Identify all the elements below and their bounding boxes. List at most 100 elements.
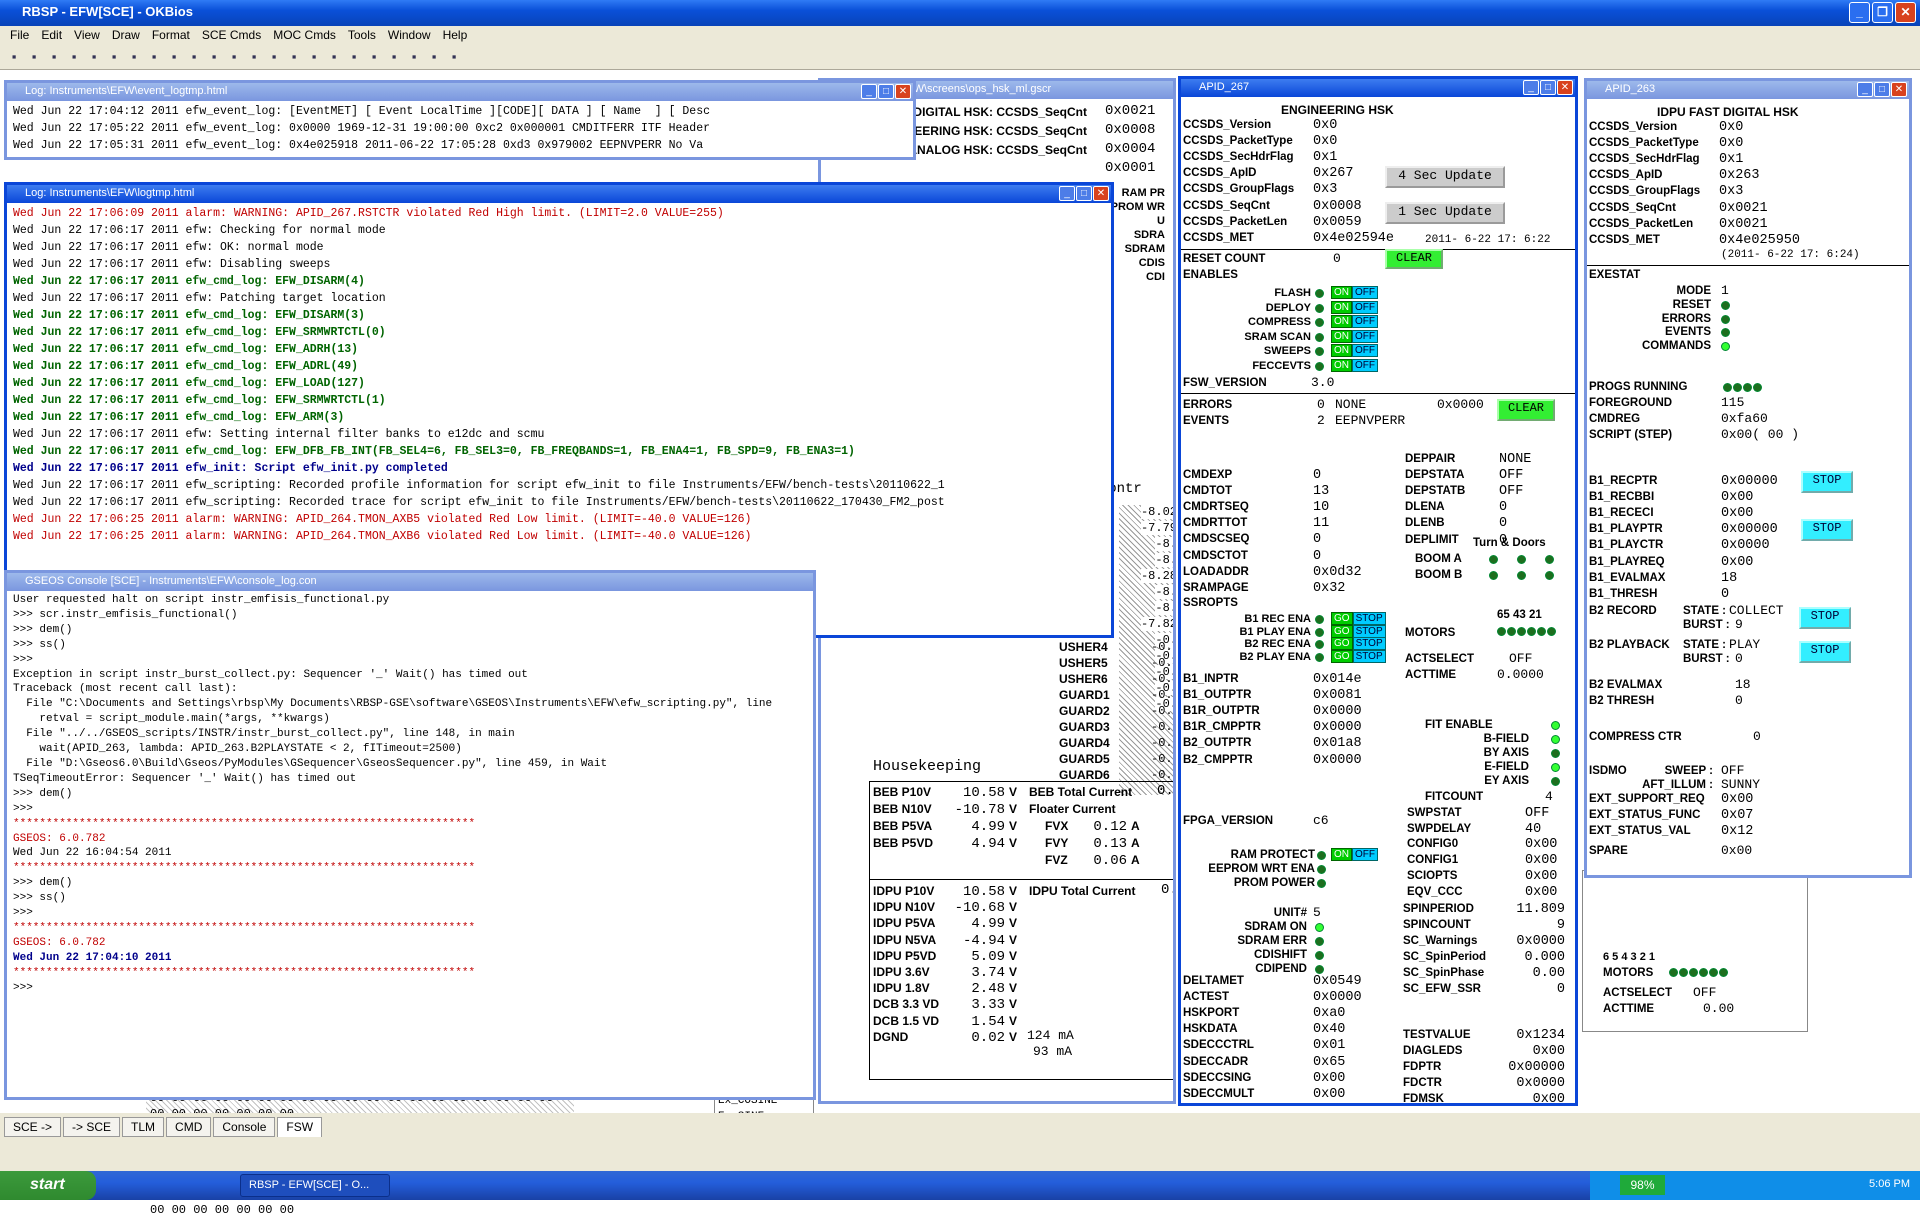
off-button[interactable]: OFF	[1352, 286, 1378, 299]
print-icon[interactable]: ▪	[66, 49, 82, 65]
save-icon[interactable]: ▪	[46, 49, 62, 65]
on-off-toggle[interactable]: ON OFF	[1331, 315, 1378, 328]
menu-format[interactable]: Format	[148, 28, 194, 44]
stop-button[interactable]: STOP	[1352, 612, 1386, 625]
win-max-button[interactable]: □	[1076, 186, 1092, 201]
win-close-button[interactable]: ✕	[1093, 186, 1109, 201]
on-button[interactable]: ON	[1331, 358, 1352, 372]
go-stop-toggle[interactable]: GO STOP	[1331, 649, 1386, 663]
win-max-button[interactable]: □	[1540, 80, 1556, 95]
on-button[interactable]: ON	[1331, 286, 1352, 299]
event-log-window[interactable]: Log: Instruments\EFW\event_logtmp.html _…	[4, 80, 916, 160]
1-sec-update-button[interactable]: 1 Sec Update	[1385, 202, 1505, 224]
menu-sce-cmds[interactable]: SCE Cmds	[198, 28, 265, 44]
minimize-button[interactable]: _	[1849, 2, 1870, 23]
win-max-button[interactable]: □	[878, 84, 894, 99]
win-close-button[interactable]: ✕	[1557, 80, 1573, 95]
b2-record-stop-button[interactable]: STOP	[1799, 607, 1851, 629]
go-button[interactable]: GO	[1331, 612, 1353, 625]
on-button[interactable]: ON	[1331, 315, 1352, 328]
start-button[interactable]: start	[0, 1171, 96, 1200]
tree-icon[interactable]: ▪	[266, 49, 282, 65]
cascade-icon[interactable]: ▪	[446, 49, 462, 65]
off-button[interactable]: OFF	[1352, 848, 1378, 861]
win-close-button[interactable]: ✕	[895, 84, 911, 99]
win-min-button[interactable]: _	[1059, 186, 1075, 201]
apid267-window[interactable]: APID_267 _ □ ✕ ENGINEERING HSK CCSDS_Versio…	[1178, 76, 1578, 1106]
on-off-toggle[interactable]: ON OFF	[1331, 344, 1378, 357]
off-button[interactable]: OFF	[1352, 358, 1378, 372]
apid263-window[interactable]: APID_263 _ □ ✕ IDPU FAST DIGITAL HSK CCSDS_…	[1584, 78, 1912, 878]
tab-fsw[interactable]: FSW	[277, 1117, 323, 1137]
on-off-toggle[interactable]: ON OFF	[1331, 329, 1378, 343]
win-min-button[interactable]: _	[1857, 82, 1873, 97]
menu-help[interactable]: Help	[439, 28, 472, 44]
menu-window[interactable]: Window	[384, 28, 435, 44]
go-stop-toggle[interactable]: GO STOP	[1331, 637, 1386, 650]
menu-draw[interactable]: Draw	[108, 28, 144, 44]
tab-sce[interactable]: SCE ->	[4, 1117, 62, 1137]
go-button[interactable]: GO	[1331, 637, 1353, 650]
tab-tlm[interactable]: TLM	[122, 1117, 165, 1137]
new-icon[interactable]: ▪	[6, 49, 22, 65]
off-button[interactable]: OFF	[1352, 344, 1378, 357]
tile-icon[interactable]: ▪	[426, 49, 442, 65]
menu-moc-cmds[interactable]: MOC Cmds	[269, 28, 340, 44]
paste-icon[interactable]: ▪	[146, 49, 162, 65]
ram-protect-toggle[interactable]: ON OFF	[1331, 848, 1378, 861]
stop-button[interactable]: STOP	[1352, 624, 1386, 638]
menu-view[interactable]: View	[70, 28, 104, 44]
open-icon[interactable]: ▪	[26, 49, 42, 65]
table-icon[interactable]: ▪	[286, 49, 302, 65]
copy-icon[interactable]: ▪	[126, 49, 142, 65]
reset-clear-button[interactable]: CLEAR	[1385, 249, 1443, 269]
4-sec-update-button[interactable]: 4 Sec Update	[1385, 166, 1505, 188]
redo-icon[interactable]: ▪	[106, 49, 122, 65]
maximize-button[interactable]: ❐	[1872, 2, 1893, 23]
hand-icon[interactable]: ▪	[366, 49, 382, 65]
off-button[interactable]: OFF	[1352, 329, 1378, 343]
undo-icon[interactable]: ▪	[86, 49, 102, 65]
menu-tools[interactable]: Tools	[344, 28, 380, 44]
terminal-icon[interactable]: ▪	[226, 49, 242, 65]
text-icon[interactable]: ▪	[326, 49, 342, 65]
go-stop-toggle[interactable]: GO STOP	[1331, 612, 1386, 625]
close-button[interactable]: ✕	[1895, 2, 1916, 23]
off-button[interactable]: OFF	[1352, 300, 1378, 314]
on-off-toggle[interactable]: ON OFF	[1331, 300, 1378, 314]
win-min-button[interactable]: _	[1523, 80, 1539, 95]
b2-playback-stop-button[interactable]: STOP	[1799, 641, 1851, 663]
go-stop-toggle[interactable]: GO STOP	[1331, 624, 1386, 638]
win-close-button[interactable]: ✕	[1891, 82, 1907, 97]
tab-cmd[interactable]: CMD	[166, 1117, 212, 1137]
taskbar-app-button[interactable]: RBSP - EFW[SCE] - O...	[240, 1174, 390, 1197]
on-button[interactable]: ON	[1331, 848, 1352, 861]
stop-button[interactable]: STOP	[1352, 637, 1386, 650]
tab-console[interactable]: Console	[213, 1117, 276, 1137]
zoom-icon[interactable]: ▪	[386, 49, 402, 65]
on-button[interactable]: ON	[1331, 300, 1352, 314]
off-button[interactable]: OFF	[1352, 315, 1378, 328]
on-off-toggle[interactable]: ON OFF	[1331, 286, 1378, 299]
binary-icon[interactable]: ▪	[346, 49, 362, 65]
tab-sce[interactable]: -> SCE	[63, 1117, 121, 1137]
delete-icon[interactable]: ▪	[166, 49, 182, 65]
help-icon[interactable]: ▪	[206, 49, 222, 65]
win-min-button[interactable]: _	[861, 84, 877, 99]
menu-edit[interactable]: Edit	[37, 28, 66, 44]
on-button[interactable]: ON	[1331, 344, 1352, 357]
console-text[interactable]: User requested halt on script instr_emfi…	[7, 591, 813, 997]
go-button[interactable]: GO	[1331, 624, 1353, 638]
errors-clear-button[interactable]: CLEAR	[1497, 399, 1555, 421]
on-off-toggle[interactable]: ON OFF	[1331, 358, 1378, 372]
query-icon[interactable]: ▪	[406, 49, 422, 65]
alert-icon[interactable]: ▪	[186, 49, 202, 65]
b1-play-stop-button[interactable]: STOP	[1801, 519, 1853, 541]
check-icon[interactable]: ▪	[246, 49, 262, 65]
win-max-button[interactable]: □	[1874, 82, 1890, 97]
b1-rec-stop-button[interactable]: STOP	[1801, 471, 1853, 493]
pointer-icon[interactable]: ▪	[306, 49, 322, 65]
console-window[interactable]: GSEOS Console [SCE] - Instruments\EFW\co…	[4, 570, 816, 1100]
on-button[interactable]: ON	[1331, 329, 1352, 343]
stop-button[interactable]: STOP	[1352, 649, 1386, 663]
